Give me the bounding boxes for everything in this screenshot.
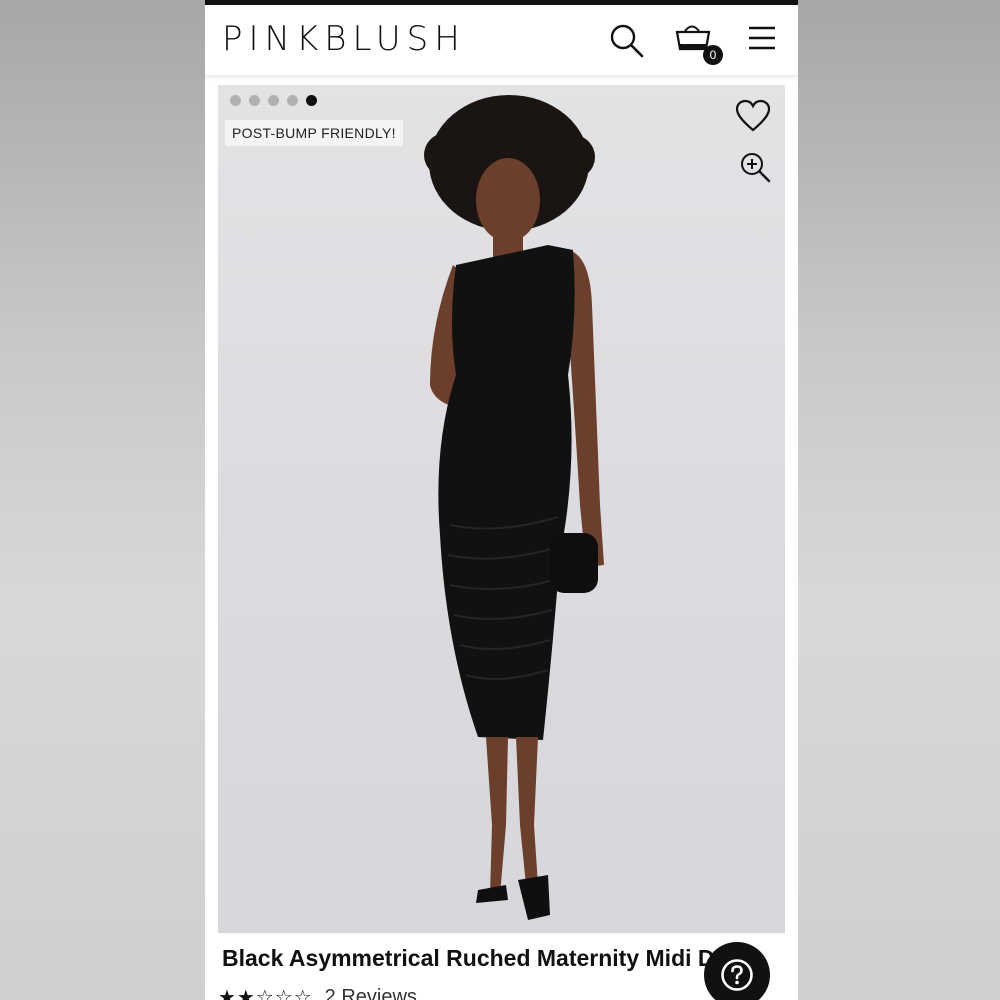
- slide-dot-2[interactable]: [249, 95, 260, 106]
- product-photo: [424, 95, 604, 920]
- phone-screen: PINKBLUSH 0 POST-BUMP FRIENDLY! Black As…: [205, 0, 798, 1000]
- cart-count-badge: 0: [703, 45, 723, 65]
- product-rating[interactable]: ★★☆☆☆ 2 Reviews: [218, 985, 417, 1000]
- right-background: [795, 0, 1000, 1000]
- rating-stars: ★★☆☆☆: [218, 987, 313, 1000]
- site-header: PINKBLUSH 0: [205, 5, 798, 75]
- question-mark-icon: [721, 959, 753, 991]
- product-image-gallery[interactable]: POST-BUMP FRIENDLY!: [218, 85, 785, 933]
- search-icon[interactable]: [609, 23, 645, 64]
- promo-badge: POST-BUMP FRIENDLY!: [225, 120, 403, 146]
- slide-indicator: [230, 95, 317, 106]
- left-background: [0, 0, 205, 1000]
- reviews-link[interactable]: 2 Reviews: [325, 986, 417, 1000]
- slide-dot-5-active[interactable]: [306, 95, 317, 106]
- slide-dot-1[interactable]: [230, 95, 241, 106]
- slide-dot-3[interactable]: [268, 95, 279, 106]
- hamburger-menu-icon[interactable]: [747, 23, 777, 58]
- heart-icon[interactable]: [735, 99, 771, 138]
- zoom-in-icon[interactable]: [739, 151, 771, 188]
- product-title: Black Asymmetrical Ruched Maternity Midi…: [222, 945, 762, 971]
- shopping-bag-icon[interactable]: 0: [675, 19, 723, 65]
- help-button[interactable]: [704, 942, 770, 1000]
- slide-dot-4[interactable]: [287, 95, 298, 106]
- brand-logo[interactable]: PINKBLUSH: [222, 19, 466, 59]
